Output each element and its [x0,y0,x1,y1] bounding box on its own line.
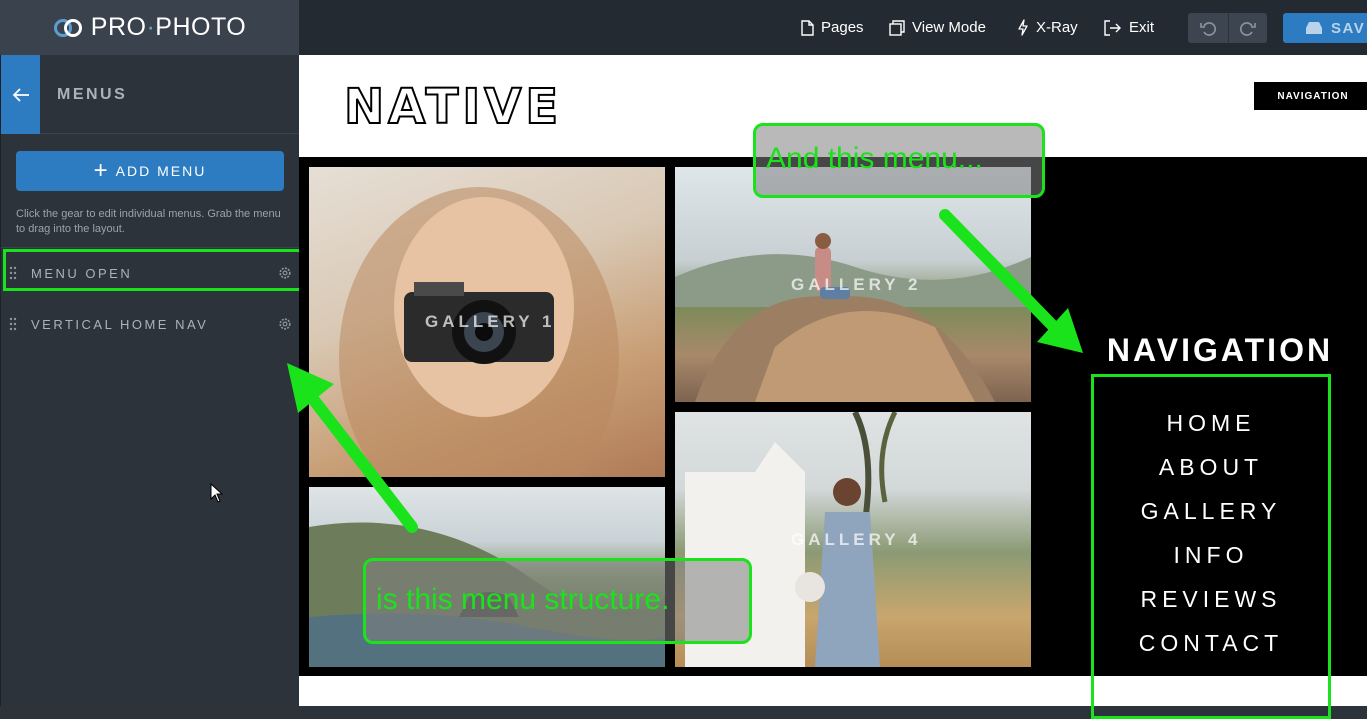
help-text: Click the gear to edit individual menus.… [16,208,281,235]
gallery-label: GALLERY 1 [425,312,556,331]
save-button[interactable]: SAV [1283,13,1367,43]
save-icon [1306,22,1322,34]
logo-text-photo: PHOTO [155,13,247,41]
top-toolbar: PRO·PHOTO Pages View Mode X-Ray Exit SAV [0,0,1367,55]
view-mode-icon [889,19,905,36]
gallery-label: GALLERY 2 [791,275,922,294]
xray-label: X-Ray [1036,19,1078,36]
site-logo-text: NATIVE [344,85,562,129]
site-logo: NATIVE [344,85,562,129]
nav-link-about[interactable]: ABOUT [1094,454,1328,481]
undo-icon [1199,22,1216,36]
add-menu-label: ADD MENU [115,163,207,179]
pages-label: Pages [821,19,864,36]
navigation-chip[interactable]: NAVIGATION [1254,82,1367,110]
xray-button[interactable]: X-Ray [1017,0,1078,55]
gallery-label: GALLERY 4 [791,530,922,549]
prophoto-logo-icon [53,18,82,37]
callout-top: And this menu... [753,123,1045,198]
sidebar-header: MENUS [1,55,300,134]
exit-label: Exit [1129,19,1155,36]
history-controls [1188,13,1267,43]
undo-button[interactable] [1188,13,1228,43]
callout-bottom: is this menu structure. [363,558,752,644]
navigation-heading: NAVIGATION [1106,332,1334,368]
view-mode-label: View Mode [912,19,986,36]
add-menu-button[interactable]: + ADD MENU [16,151,284,191]
exit-icon [1104,19,1121,36]
plus-icon: + [93,157,110,184]
view-mode-button[interactable]: View Mode [889,0,986,55]
nav-link-home[interactable]: HOME [1094,410,1328,437]
menu-item[interactable]: VERTICAL HOME NAV [1,299,300,349]
gear-icon[interactable] [278,317,292,331]
exit-button[interactable]: Exit [1104,0,1154,55]
page-icon [801,19,814,36]
gallery-2-photo[interactable]: GALLERY 2 [675,167,1031,402]
save-label: SAV [1331,19,1366,37]
redo-button[interactable] [1227,13,1268,43]
lightning-icon [1018,19,1028,36]
app-logo: PRO·PHOTO [0,0,299,55]
menus-sidebar: MENUS + ADD MENU Click the gear to edit … [0,55,300,706]
mouse-cursor-icon [210,483,224,503]
logo-text-pro: PRO [90,13,147,41]
selected-menu-highlight [3,249,302,291]
arrow-left-icon [12,87,29,102]
drag-handle-icon[interactable] [9,317,17,331]
nav-link-reviews[interactable]: REVIEWS [1094,586,1328,613]
pages-button[interactable]: Pages [801,0,864,55]
sidebar-title: MENUS [57,86,128,103]
redo-icon [1239,22,1256,36]
vertical-nav-menu: HOME ABOUT GALLERY INFO REVIEWS CONTACT … [1091,374,1331,719]
gallery-1-photo[interactable]: GALLERY 1 [309,167,665,477]
nav-link-gallery[interactable]: GALLERY [1094,498,1328,525]
menu-item-label: VERTICAL HOME NAV [31,316,209,332]
nav-link-blog[interactable]: BLOG [1094,674,1328,701]
nav-link-contact[interactable]: CONTACT [1094,630,1328,657]
nav-link-info[interactable]: INFO [1094,542,1328,569]
back-button[interactable] [1,55,40,134]
